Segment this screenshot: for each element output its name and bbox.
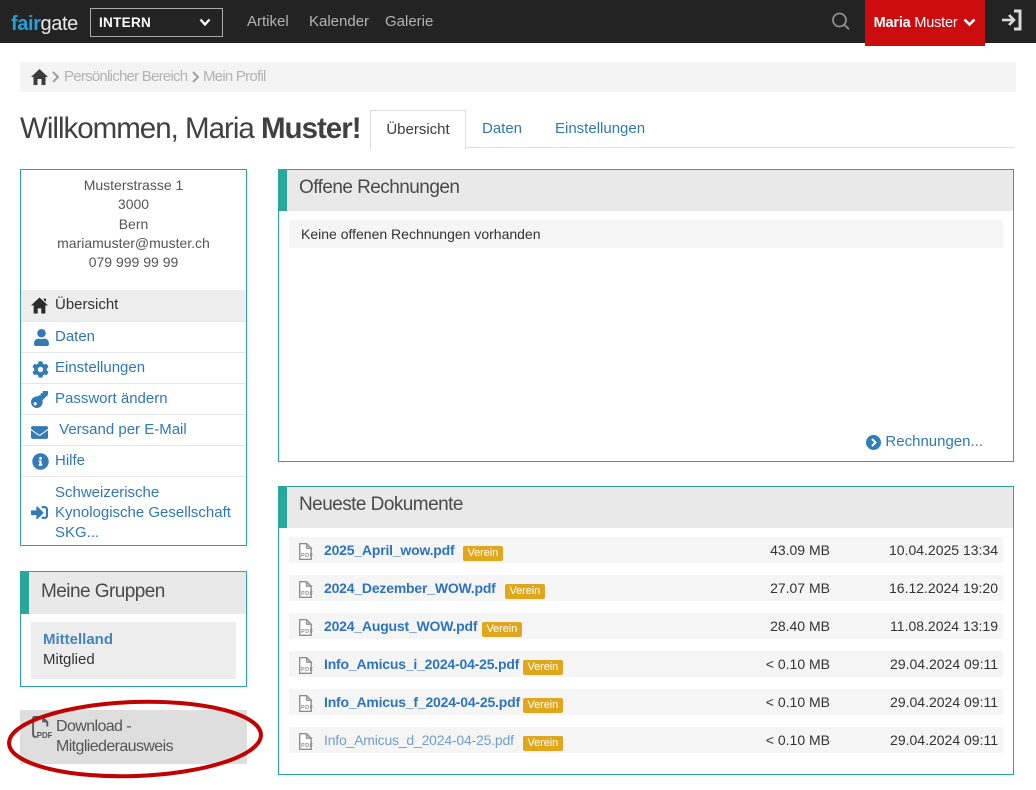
svg-text:PDF: PDF bbox=[301, 591, 314, 597]
svg-text:PDF: PDF bbox=[301, 705, 314, 711]
svg-text:PDF: PDF bbox=[301, 743, 314, 749]
svg-text:PDF: PDF bbox=[301, 629, 314, 635]
svg-text:PDF: PDF bbox=[301, 553, 314, 559]
svg-text:PDF: PDF bbox=[301, 667, 314, 673]
